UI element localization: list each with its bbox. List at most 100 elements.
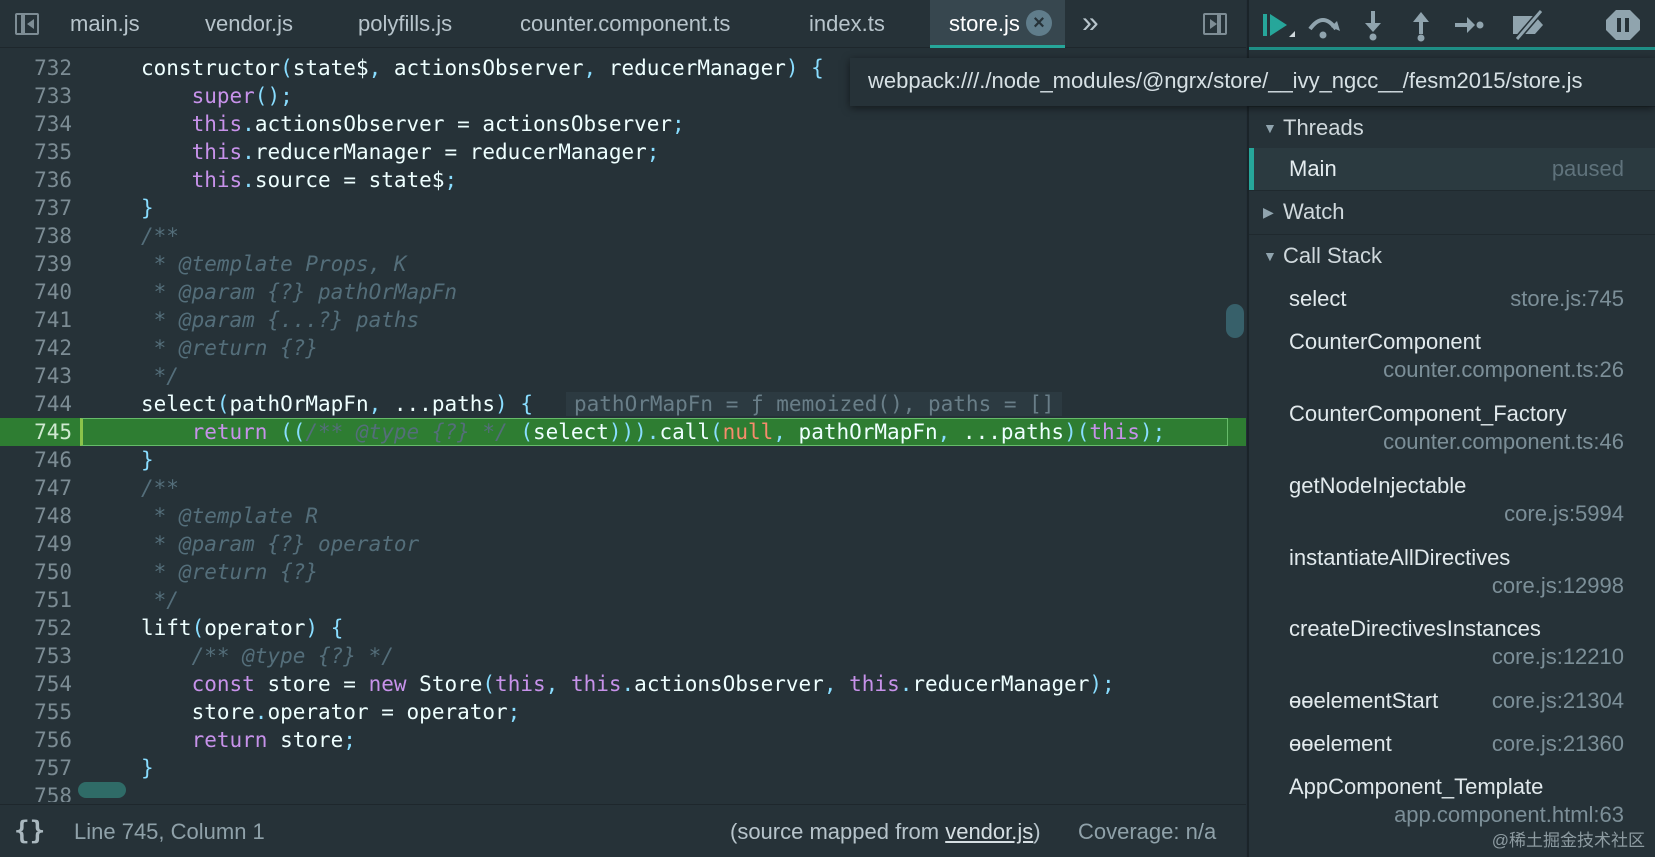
close-tab-icon[interactable]: × xyxy=(1026,10,1052,36)
tab-label: main.js xyxy=(70,11,140,36)
file-path-tooltip: webpack:///./node_modules/@ngrx/store/__… xyxy=(850,58,1655,106)
line-number[interactable]: 741 xyxy=(0,306,72,334)
line-number[interactable]: 754 xyxy=(0,670,72,698)
code-line: 749 * @param {?} operator xyxy=(0,530,1246,558)
inline-variable-values: pathOrMapFn = ƒ memoized(), paths = [] xyxy=(566,392,1063,416)
line-number[interactable]: 753 xyxy=(0,642,72,670)
call-stack-section-header[interactable]: ▼ Call Stack xyxy=(1249,234,1655,276)
step-over-icon[interactable] xyxy=(1303,7,1343,43)
call-frame[interactable]: CounterComponent counter.component.ts:26 xyxy=(1249,329,1655,399)
code-line: 743 */ xyxy=(0,362,1246,390)
call-frame[interactable]: select store.js:745 xyxy=(1249,286,1655,328)
line-number[interactable]: 747 xyxy=(0,474,72,502)
coverage-info: Coverage: n/a xyxy=(1078,819,1217,844)
collapsed-arrow-icon: ▶ xyxy=(1263,204,1274,220)
expanded-arrow-icon: ▼ xyxy=(1263,248,1277,264)
source-mapped-link[interactable]: vendor.js xyxy=(945,819,1033,844)
call-frame[interactable]: createDirectivesInstances core.js:12210 xyxy=(1249,616,1655,686)
thread-item-main[interactable]: Main paused xyxy=(1249,148,1655,190)
code-line: 747/** xyxy=(0,474,1246,502)
status-bar: {} Line 745, Column 1 (source mapped fro… xyxy=(0,804,1246,857)
frame-location: counter.component.ts:26 xyxy=(1383,357,1624,382)
line-number[interactable]: 733 xyxy=(0,82,72,110)
line-number[interactable]: 740 xyxy=(0,278,72,306)
line-number[interactable]: 738 xyxy=(0,222,72,250)
horizontal-scrollbar-thumb[interactable] xyxy=(78,782,126,798)
line-number[interactable]: 732 xyxy=(0,54,72,82)
line-number[interactable]: 756 xyxy=(0,726,72,754)
code-line: 757} xyxy=(0,754,1246,782)
tab-label: polyfills.js xyxy=(358,11,453,36)
code-line: 756 return store; xyxy=(0,726,1246,754)
frame-function: getNodeInjectable xyxy=(1289,473,1467,498)
tab-store-js[interactable]: store.js × xyxy=(930,0,1065,48)
code-line: 752 lift(operator) { xyxy=(0,614,1246,642)
pause-on-exceptions-icon[interactable] xyxy=(1603,7,1643,43)
frame-function: CounterComponent_Factory xyxy=(1289,401,1567,426)
debugger-toolbar xyxy=(1249,0,1655,50)
watch-section-header[interactable]: ▶ Watch xyxy=(1249,190,1655,232)
tab-label: index.ts xyxy=(809,11,885,36)
tab-counter-component-ts[interactable]: counter.component.ts xyxy=(520,0,730,48)
call-frame[interactable]: getNodeInjectable core.js:5994 xyxy=(1249,473,1655,543)
frame-function: instantiateAllDirectives xyxy=(1289,545,1511,570)
line-number[interactable]: 746 xyxy=(0,446,72,474)
tab-vendor-js[interactable]: vendor.js xyxy=(205,0,293,48)
editor-tabbar: main.js vendor.js polyfills.js counter.c… xyxy=(0,0,1246,48)
toggle-debugger-icon[interactable] xyxy=(1200,10,1230,38)
toggle-navigator-icon[interactable] xyxy=(12,10,42,38)
step-into-icon[interactable] xyxy=(1353,7,1393,43)
frame-location: core.js:12998 xyxy=(1491,573,1624,598)
line-number[interactable]: 749 xyxy=(0,530,72,558)
line-number[interactable]: 758 xyxy=(0,782,72,802)
frame-location: core.js:12210 xyxy=(1491,644,1624,669)
tab-polyfills-js[interactable]: polyfills.js xyxy=(358,0,452,48)
deactivate-breakpoints-icon[interactable] xyxy=(1507,7,1547,43)
tab-main-js[interactable]: main.js xyxy=(70,0,140,48)
line-number[interactable]: 743 xyxy=(0,362,72,390)
code-line: 734 this.actionsObserver = actionsObserv… xyxy=(0,110,1246,138)
frame-function: ɵɵelement xyxy=(1289,731,1392,756)
line-number[interactable]: 735 xyxy=(0,138,72,166)
code-line: 736 this.source = state$; xyxy=(0,166,1246,194)
call-frame[interactable]: CounterComponent_Factory counter.compone… xyxy=(1249,401,1655,471)
line-number[interactable]: 755 xyxy=(0,698,72,726)
source-mapped-info: (source mapped from vendor.js) xyxy=(730,805,1041,857)
more-tabs-icon[interactable]: » xyxy=(1082,0,1099,48)
frame-function: select xyxy=(1289,286,1347,311)
line-number[interactable]: 742 xyxy=(0,334,72,362)
line-number[interactable]: 744 xyxy=(0,390,72,418)
call-frame[interactable]: instantiateAllDirectives core.js:12998 xyxy=(1249,545,1655,615)
frame-function: ɵɵelementStart xyxy=(1289,688,1439,713)
tab-index-ts[interactable]: index.ts xyxy=(809,0,885,48)
step-out-icon[interactable] xyxy=(1401,7,1441,43)
code-line: 737} xyxy=(0,194,1246,222)
code-line: 739 * @template Props, K xyxy=(0,250,1246,278)
frame-location: store.js:745 xyxy=(1510,286,1624,311)
threads-section-header[interactable]: ▼ Threads xyxy=(1249,106,1655,148)
frame-location: core.js:21360 xyxy=(1491,731,1624,756)
line-number[interactable]: 748 xyxy=(0,502,72,530)
call-frame[interactable]: ɵɵelementStart core.js:21304 xyxy=(1249,688,1655,730)
vertical-scrollbar-thumb[interactable] xyxy=(1226,304,1244,338)
editor-pane: main.js vendor.js polyfills.js counter.c… xyxy=(0,0,1246,857)
resume-icon[interactable] xyxy=(1257,7,1297,43)
line-number[interactable]: 757 xyxy=(0,754,72,782)
section-title: Call Stack xyxy=(1283,243,1383,268)
call-frame[interactable]: ɵɵelement core.js:21360 xyxy=(1249,731,1655,773)
line-number[interactable]: 745 xyxy=(0,418,72,446)
debugger-sidebar: ▼ Threads Main paused ▶ Watch ▼ Call Sta… xyxy=(1247,0,1655,857)
code-editor[interactable]: 732 constructor(state$, actionsObserver, … xyxy=(0,54,1246,802)
line-number[interactable]: 734 xyxy=(0,110,72,138)
line-number[interactable]: 750 xyxy=(0,558,72,586)
code-line: 750 * @return {?} xyxy=(0,558,1246,586)
line-number[interactable]: 736 xyxy=(0,166,72,194)
pretty-print-icon[interactable]: {} xyxy=(14,805,45,857)
line-number[interactable]: 737 xyxy=(0,194,72,222)
line-number[interactable]: 739 xyxy=(0,250,72,278)
section-title: Watch xyxy=(1283,199,1345,224)
code-line: 755 store.operator = operator; xyxy=(0,698,1246,726)
step-icon[interactable] xyxy=(1449,7,1489,43)
line-number[interactable]: 752 xyxy=(0,614,72,642)
line-number[interactable]: 751 xyxy=(0,586,72,614)
